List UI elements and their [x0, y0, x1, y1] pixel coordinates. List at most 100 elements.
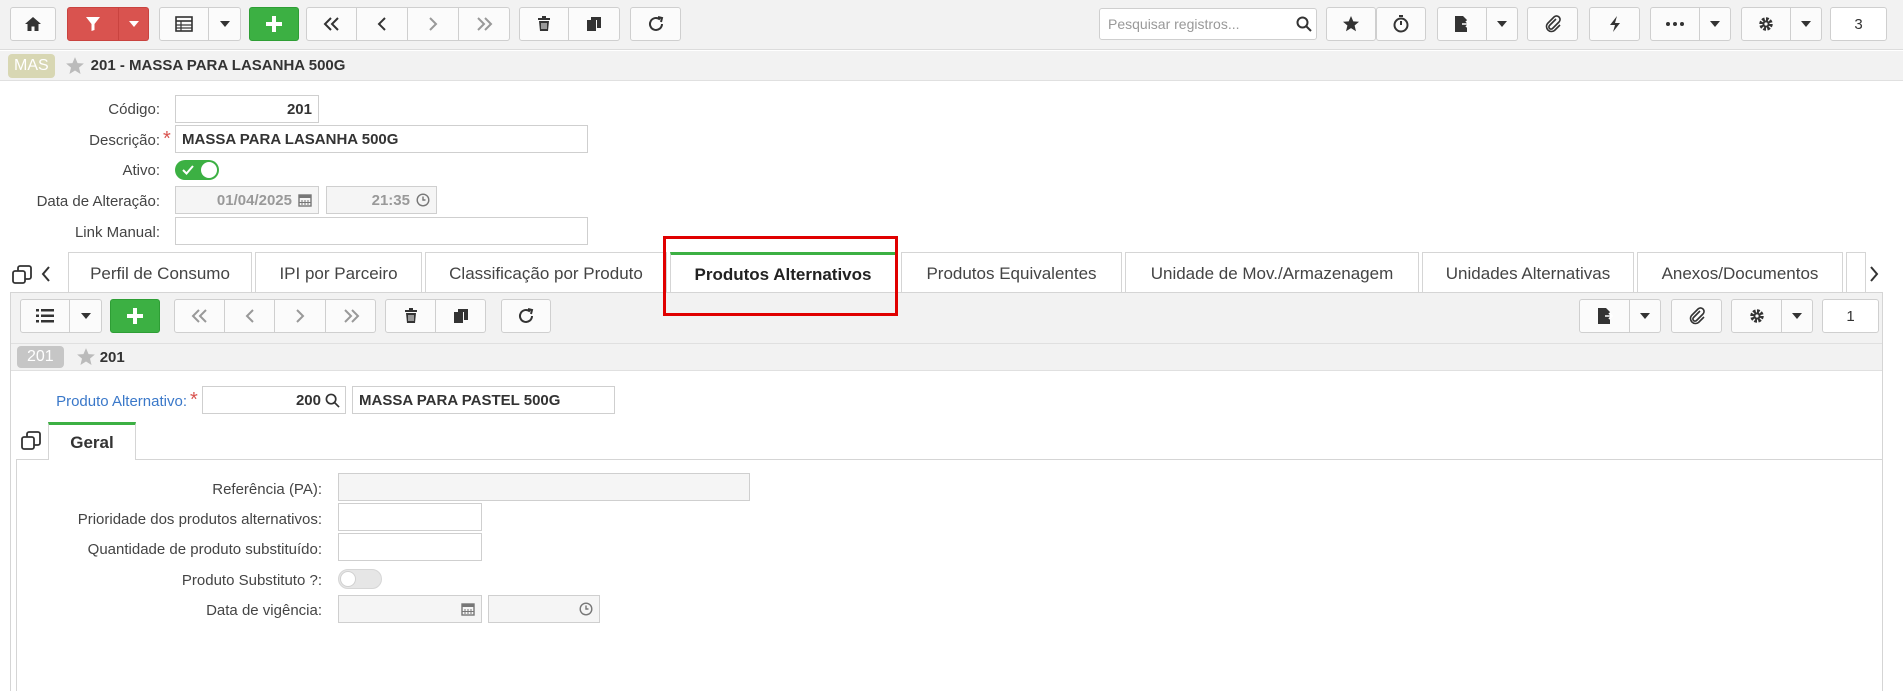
- grid-view-dropdown-button[interactable]: [209, 7, 241, 41]
- data-vigencia-time-field[interactable]: [488, 595, 600, 623]
- inner-settings-button[interactable]: [1731, 299, 1782, 333]
- prioridade-label: Prioridade dos produtos alternativos:: [77, 511, 322, 528]
- inner-next-record-button[interactable]: [275, 299, 326, 333]
- inner-export-button[interactable]: [1579, 299, 1630, 333]
- filter-dropdown-button[interactable]: [119, 7, 149, 41]
- grid-view-button[interactable]: [159, 7, 209, 41]
- duplicate-button[interactable]: [569, 7, 620, 41]
- gear-icon: [1759, 17, 1773, 31]
- tab-ipi-por-parceiro[interactable]: IPI por Parceiro: [255, 252, 422, 294]
- list-icon: [36, 309, 54, 323]
- last-record-button[interactable]: [459, 7, 510, 41]
- star-outline-icon[interactable]: [65, 56, 85, 76]
- descricao-field[interactable]: MASSA PARA LASANHA 500G: [175, 125, 588, 153]
- calendar-icon[interactable]: [461, 602, 475, 616]
- referencia-label: Referência (PA):: [212, 481, 322, 498]
- inner-duplicate-button[interactable]: [436, 299, 486, 333]
- next-record-button[interactable]: [408, 7, 459, 41]
- codigo-field[interactable]: 201: [175, 95, 319, 123]
- stopwatch-icon: [1393, 15, 1409, 33]
- link-manual-label: Link Manual:: [74, 224, 160, 241]
- inner-first-record-button[interactable]: [174, 299, 225, 333]
- star-outline-icon[interactable]: [76, 347, 96, 367]
- caret-down-icon: [1497, 21, 1507, 27]
- calendar-icon[interactable]: [298, 193, 312, 207]
- caret-down-icon: [1792, 313, 1802, 319]
- subtab-geral[interactable]: Geral: [48, 422, 136, 460]
- inner-settings-dropdown-button[interactable]: [1782, 299, 1813, 333]
- refresh-button[interactable]: [630, 7, 681, 41]
- data-vigencia-date-field[interactable]: [338, 595, 482, 623]
- export-button[interactable]: [1437, 7, 1487, 41]
- tab-anexos-documentos[interactable]: Anexos/Documentos: [1637, 252, 1843, 294]
- trash-icon: [404, 308, 417, 323]
- clock-icon[interactable]: [416, 193, 430, 207]
- tab-perfil-de-consumo[interactable]: Perfil de Consumo: [68, 252, 252, 294]
- plus-icon: [127, 308, 143, 324]
- actions-button[interactable]: [1589, 7, 1640, 41]
- tabs-scroll-left-icon[interactable]: [41, 266, 51, 282]
- record-title: 201 - MASSA PARA LASANHA 500G: [90, 57, 346, 74]
- referencia-field[interactable]: [338, 473, 750, 501]
- prioridade-field[interactable]: [338, 503, 482, 531]
- quantidade-field[interactable]: [338, 533, 482, 561]
- more-options-button[interactable]: [1650, 7, 1700, 41]
- chevron-right-icon: [296, 309, 305, 323]
- copy-window-icon[interactable]: [12, 265, 32, 285]
- filter-button[interactable]: [67, 7, 119, 41]
- caret-down-icon: [1640, 313, 1650, 319]
- tab-produtos-equivalentes[interactable]: Produtos Equivalentes: [901, 252, 1122, 294]
- refresh-icon: [519, 308, 534, 323]
- inner-delete-button[interactable]: [385, 299, 436, 333]
- copy-window-icon[interactable]: [21, 431, 41, 451]
- record-counter: 3: [1830, 7, 1887, 41]
- chevron-left-icon: [245, 309, 254, 323]
- inner-record-badge: 201: [17, 346, 64, 368]
- search-icon[interactable]: [325, 393, 340, 408]
- timer-button[interactable]: [1376, 7, 1426, 41]
- copy-icon: [453, 309, 468, 323]
- produto-substituto-label: Produto Substituto ?:: [181, 572, 322, 589]
- required-marker: *: [190, 389, 198, 411]
- tab-classificacao-por-produto[interactable]: Classificação por Produto: [425, 252, 667, 294]
- attachment-button[interactable]: [1527, 7, 1578, 41]
- inner-attachment-button[interactable]: [1671, 299, 1722, 333]
- home-button[interactable]: [10, 7, 56, 41]
- first-record-button[interactable]: [306, 7, 357, 41]
- refresh-icon: [648, 16, 663, 31]
- list-view-button[interactable]: [20, 299, 70, 333]
- previous-record-button[interactable]: [357, 7, 408, 41]
- export-dropdown-button[interactable]: [1487, 7, 1518, 41]
- inner-refresh-button[interactable]: [501, 299, 551, 333]
- data-alteracao-date-field[interactable]: 01/04/2025: [175, 186, 319, 214]
- plus-icon: [266, 16, 282, 32]
- list-view-dropdown-button[interactable]: [70, 299, 102, 333]
- tab-unidades-alternativas[interactable]: Unidades Alternativas: [1422, 252, 1634, 294]
- tab-unidade-mov-armazenagem[interactable]: Unidade de Mov./Armazenagem: [1125, 252, 1419, 294]
- more-options-dropdown-button[interactable]: [1700, 7, 1731, 41]
- search-input[interactable]: [1106, 15, 1296, 33]
- tab-overflow[interactable]: [1846, 252, 1866, 294]
- tabs-scroll-right-icon[interactable]: [1869, 266, 1879, 282]
- inner-previous-record-button[interactable]: [225, 299, 275, 333]
- inner-export-dropdown-button[interactable]: [1630, 299, 1661, 333]
- produto-alternativo-code-field[interactable]: 200: [202, 386, 346, 414]
- favorite-button[interactable]: [1326, 7, 1376, 41]
- ativo-toggle[interactable]: [175, 160, 219, 180]
- inner-record-counter: 1: [1822, 299, 1879, 333]
- record-header: MAS 201 - MASSA PARA LASANHA 500G: [0, 51, 1903, 81]
- inner-last-record-button[interactable]: [326, 299, 376, 333]
- add-button[interactable]: [249, 7, 299, 41]
- link-manual-field[interactable]: [175, 217, 588, 245]
- data-alteracao-time-field[interactable]: 21:35: [326, 186, 437, 214]
- clock-icon[interactable]: [579, 602, 593, 616]
- settings-button[interactable]: [1741, 7, 1791, 41]
- produto-substituto-toggle[interactable]: [338, 569, 382, 589]
- filter-icon: [86, 17, 100, 31]
- star-icon: [1343, 16, 1359, 32]
- settings-dropdown-button[interactable]: [1791, 7, 1822, 41]
- delete-button[interactable]: [519, 7, 569, 41]
- search-icon[interactable]: [1296, 16, 1312, 32]
- inner-add-button[interactable]: [110, 299, 160, 333]
- inner-record-header: 201 201: [11, 343, 1882, 371]
